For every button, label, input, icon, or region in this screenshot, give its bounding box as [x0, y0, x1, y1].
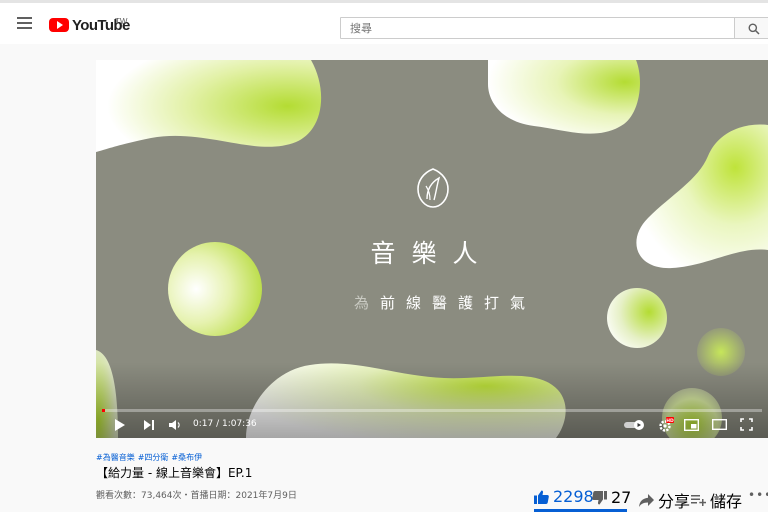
search-button[interactable]	[735, 17, 768, 39]
hashtag-link[interactable]: #桑布伊	[171, 453, 202, 462]
view-count-and-date: 觀看次數：73,464次・首播日期：2021年7月9日	[96, 491, 297, 501]
thumbs-down-icon	[592, 490, 607, 504]
play-icon[interactable]	[114, 418, 126, 432]
like-count: 2298	[553, 487, 594, 506]
theater-mode-icon[interactable]	[712, 419, 727, 430]
share-button[interactable]: 分享	[639, 488, 690, 512]
region-code: TW	[115, 17, 128, 26]
autoplay-toggle-icon[interactable]	[624, 420, 646, 430]
masthead: YouTube TW	[0, 0, 768, 44]
volume-icon[interactable]	[168, 419, 182, 431]
hd-badge: HD	[666, 418, 674, 424]
like-button[interactable]: 2298	[534, 487, 594, 506]
progress-bar[interactable]	[102, 409, 762, 412]
dislike-button[interactable]: 27	[592, 488, 631, 507]
progress-bar-fill	[102, 409, 105, 412]
leaf-emblem-icon	[417, 168, 449, 208]
search-input[interactable]	[340, 17, 735, 39]
more-actions-button[interactable]: •••	[748, 488, 768, 502]
skip-next-icon[interactable]	[143, 419, 155, 431]
gear-icon[interactable]: HD	[658, 417, 674, 433]
youtube-play-logo-icon	[49, 18, 69, 32]
thumbs-up-icon	[534, 490, 549, 504]
save-label: 儲存	[710, 492, 743, 511]
hashtag-link[interactable]: #為醫音樂	[96, 453, 135, 462]
share-arrow-icon	[639, 493, 654, 507]
playlist-add-icon	[691, 495, 706, 506]
video-title-card: 音樂人 為前線醫護打氣	[96, 60, 768, 438]
search-icon	[748, 23, 760, 35]
time-display: 0:17 / 1:07:36	[193, 419, 257, 429]
save-button[interactable]: 儲存	[691, 488, 742, 512]
artwork-subtitle-rest: 前線醫護打氣	[380, 294, 537, 312]
hashtag-list: #為醫音樂 #四分衛 #桑布伊	[96, 452, 205, 463]
artwork-main-title: 音樂人	[370, 239, 494, 268]
player-controls: 0:17 / 1:07:36 HD	[96, 414, 768, 438]
fullscreen-icon[interactable]	[740, 418, 753, 431]
video-title: 【給力量 - 線上音樂會】EP.1	[96, 466, 253, 480]
hashtag-link[interactable]: #四分衛	[138, 453, 169, 462]
hamburger-menu-icon[interactable]	[17, 17, 32, 29]
dislike-count: 27	[611, 488, 632, 507]
artwork-subtitle-first: 為	[353, 294, 380, 312]
video-player[interactable]: 音樂人 為前線醫護打氣 0:17 / 1:07:36 HD	[96, 60, 768, 438]
miniplayer-icon[interactable]	[684, 419, 699, 431]
share-label: 分享	[658, 492, 691, 511]
artwork-subtitle: 為前線醫護打氣	[295, 292, 595, 313]
